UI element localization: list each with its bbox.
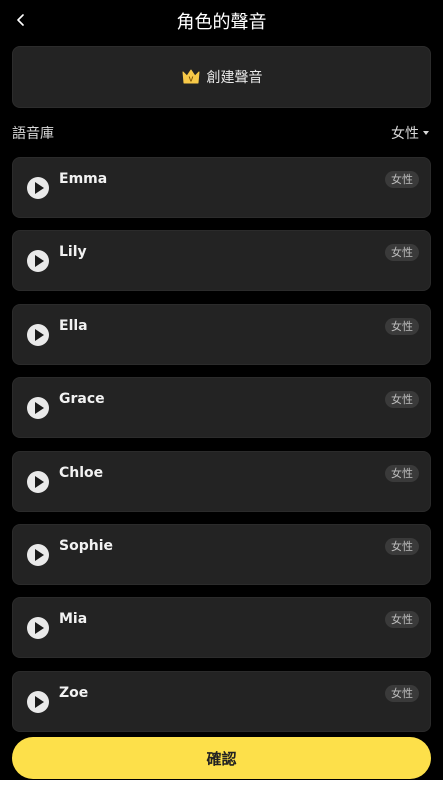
voice-selection-screen: 角色的聲音 V 創建聲音 語音庫 女性 Emma 女性 Lily 女性 Ella… <box>0 0 443 780</box>
voice-name: Emma <box>59 171 108 187</box>
play-icon[interactable] <box>27 617 49 640</box>
voice-item[interactable]: Ella 女性 <box>12 303 431 365</box>
voice-name: Zoe <box>59 684 89 701</box>
play-icon[interactable] <box>27 690 49 713</box>
library-header: 語音庫 女性 <box>12 122 431 144</box>
play-icon[interactable] <box>27 323 49 346</box>
voice-name: Mia <box>59 611 88 628</box>
confirm-button[interactable]: 確認 <box>12 737 431 779</box>
voice-item[interactable]: Zoe 女性 <box>12 670 431 732</box>
voice-name: Chloe <box>59 464 104 481</box>
voice-name: Lily <box>59 244 87 261</box>
gender-tag: 女性 <box>385 171 419 188</box>
play-icon[interactable] <box>27 250 49 273</box>
play-icon[interactable] <box>27 470 49 493</box>
crown-icon: V <box>182 69 199 84</box>
voice-name: Sophie <box>59 537 113 554</box>
voice-item[interactable]: Mia 女性 <box>12 597 431 659</box>
voice-item[interactable]: Grace 女性 <box>12 377 431 439</box>
gender-tag: 女性 <box>385 464 419 482</box>
voice-name: Ella <box>59 317 88 334</box>
gender-tag: 女性 <box>385 684 419 702</box>
gender-tag: 女性 <box>385 537 419 555</box>
gender-tag: 女性 <box>385 244 419 262</box>
voice-item[interactable]: Sophie 女性 <box>12 523 431 585</box>
play-icon[interactable] <box>27 177 49 199</box>
page-title: 角色的聲音 <box>176 12 267 33</box>
voice-name: Grace <box>59 391 105 408</box>
caret-down-icon <box>423 131 429 135</box>
voice-item[interactable]: Emma 女性 <box>12 157 431 218</box>
gender-filter-value: 女性 <box>391 126 419 142</box>
voice-item[interactable]: Chloe 女性 <box>12 450 431 512</box>
voice-list: Emma 女性 Lily 女性 Ella 女性 Grace 女性 Chloe 女… <box>12 157 431 744</box>
library-label: 語音庫 <box>12 126 54 142</box>
gender-tag: 女性 <box>385 611 419 629</box>
play-icon[interactable] <box>27 397 49 420</box>
create-voice-button[interactable]: V 創建聲音 <box>12 46 431 108</box>
svg-text:V: V <box>188 77 193 84</box>
bottom-strip <box>0 780 443 786</box>
gender-tag: 女性 <box>385 391 419 409</box>
header: 角色的聲音 <box>0 0 443 40</box>
create-voice-label: 創建聲音 <box>206 70 263 86</box>
gender-tag: 女性 <box>385 317 419 335</box>
play-icon[interactable] <box>27 543 49 566</box>
gender-filter-dropdown[interactable]: 女性 <box>391 123 431 143</box>
voice-item[interactable]: Lily 女性 <box>12 230 431 292</box>
